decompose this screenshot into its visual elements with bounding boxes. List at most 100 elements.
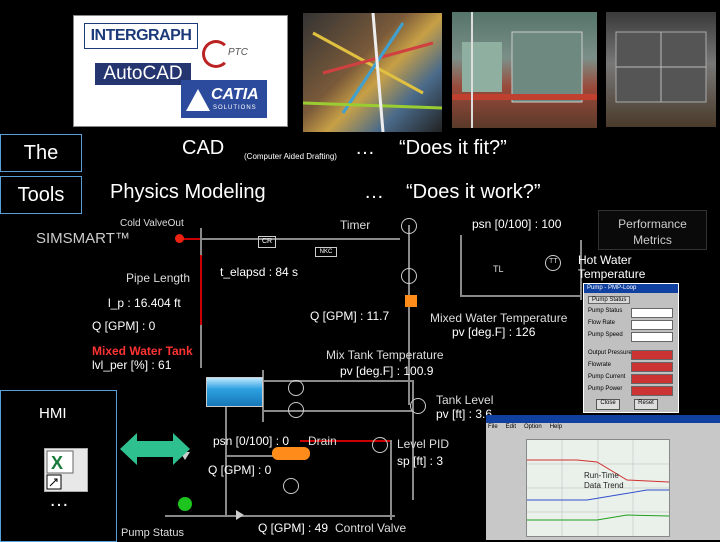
psn-top-value: psn [0/100] : 100 bbox=[472, 217, 562, 231]
tl-label: TL bbox=[493, 264, 504, 274]
l-p-value: l_p : 16.404 ft bbox=[108, 296, 181, 310]
cad-subheading: (Computer Aided Drafting) bbox=[244, 152, 337, 161]
pump-icon[interactable] bbox=[283, 478, 299, 494]
catia-logo: CATIA SOLUTIONS bbox=[181, 80, 267, 118]
output-pressure-field[interactable] bbox=[631, 350, 673, 360]
q-gpm-drain-value: Q [GPM] : 0 bbox=[208, 463, 272, 477]
dialog-row-pump-speed: Pump Speed bbox=[588, 332, 673, 342]
physics-question: “Does it work?” bbox=[406, 181, 541, 203]
pipe bbox=[262, 410, 412, 412]
q-gpm-hot-value: Q [GPM] : 11.7 bbox=[310, 309, 390, 323]
menu-file[interactable]: File bbox=[488, 424, 498, 430]
dialog-row-pump-power: Pump Power bbox=[588, 386, 673, 396]
drain-label: Drain bbox=[308, 434, 337, 448]
tools-label-box: Tools bbox=[0, 176, 82, 214]
pipe bbox=[460, 295, 580, 297]
physics-ellipsis: … bbox=[364, 181, 384, 203]
pipe-length-label: Pipe Length bbox=[126, 271, 191, 285]
pump-status-indicator bbox=[178, 497, 192, 511]
pump-speed-field[interactable] bbox=[631, 332, 673, 342]
control-valve-icon[interactable] bbox=[236, 510, 244, 520]
psn-bottom-value: psn [0/100] : 0 bbox=[213, 434, 290, 448]
timer-label: Timer bbox=[340, 218, 371, 232]
ptc-logo-text: PTC bbox=[228, 47, 248, 58]
pump-status-field[interactable] bbox=[631, 308, 673, 318]
hmi-ellipsis: … bbox=[49, 489, 69, 511]
catia-logo-text: CATIA bbox=[211, 86, 259, 103]
metrics-label: Metrics bbox=[633, 233, 672, 247]
menu-edit[interactable]: Edit bbox=[506, 424, 516, 430]
signal-line bbox=[200, 255, 202, 325]
menu-help[interactable]: Help bbox=[550, 424, 562, 430]
cad-heading: CAD bbox=[182, 137, 225, 159]
dialog-row-flowrate: Flowrate bbox=[588, 362, 673, 372]
level-sensor-icon[interactable] bbox=[288, 402, 304, 418]
reset-button[interactable]: Reset bbox=[634, 399, 658, 410]
trend-menu-bar: File Edit Option Help bbox=[488, 424, 562, 430]
hull-structure-image bbox=[606, 12, 716, 127]
intergraph-logo: INTERGRAPH bbox=[84, 23, 198, 49]
dialog-row-pump-current: Pump Current bbox=[588, 374, 673, 384]
cold-valve-indicator bbox=[175, 234, 184, 243]
hot-water-temp-label-2: Temperature bbox=[578, 267, 646, 281]
nkc-block: NKC bbox=[315, 247, 337, 257]
catia-mark-icon bbox=[186, 89, 210, 111]
physics-heading: Physics Modeling bbox=[110, 181, 266, 203]
hot-water-temp-label: Hot Water bbox=[578, 253, 632, 267]
pipe bbox=[165, 515, 395, 517]
dialog-row-output-pressure: Output Pressure bbox=[588, 350, 673, 360]
tt-label: TT bbox=[549, 258, 558, 265]
pipe bbox=[225, 405, 227, 515]
menu-option[interactable]: Option bbox=[524, 424, 542, 430]
pipe bbox=[460, 235, 462, 295]
mixed-water-tank-label: Mixed Water Tank bbox=[92, 344, 193, 358]
temperature-sensor-icon[interactable] bbox=[401, 268, 417, 284]
catia-logo-subtext: SOLUTIONS bbox=[213, 105, 257, 111]
pv-1009-value: pv [deg.F] : 100.9 bbox=[340, 364, 434, 378]
q-gpm-pipe-value: Q [GPM] : 0 bbox=[92, 319, 156, 333]
tools-label: Tools bbox=[17, 184, 65, 206]
mix-temp-sensor-icon[interactable] bbox=[288, 380, 304, 396]
sp-ft-value: sp [ft] : 3 bbox=[397, 454, 444, 468]
dialog-tab[interactable]: Pump Status bbox=[588, 296, 631, 304]
t-elapsd-value: t_elapsd : 84 s bbox=[220, 265, 299, 279]
drain-flow-indicator bbox=[272, 447, 310, 460]
level-pid-icon[interactable] bbox=[372, 437, 388, 453]
ship-engine-room-image bbox=[452, 12, 597, 128]
cr-block: CR bbox=[258, 236, 276, 248]
flow-rate-field[interactable] bbox=[631, 320, 673, 330]
pipe bbox=[262, 380, 412, 382]
level-pid-label: Level PID bbox=[397, 437, 450, 451]
data-trend-window: File Edit Option Help Run-Time Data Tren… bbox=[486, 415, 720, 540]
dialog-row-flow-rate: Flow Rate bbox=[588, 320, 673, 330]
ptc-swirl-icon bbox=[202, 40, 230, 68]
timer-sensor-icon[interactable] bbox=[401, 218, 417, 234]
cold-valve-out-label: Cold ValveOut bbox=[120, 218, 184, 229]
mixed-water-temp-label: Mixed Water Temperature bbox=[430, 311, 568, 325]
dialog-row-pump-status: Pump Status bbox=[588, 308, 673, 318]
pv-ft-value: pv [ft] : 3.6 bbox=[436, 407, 493, 421]
excel-shortcut-icon[interactable]: X bbox=[44, 448, 88, 492]
pipe bbox=[200, 238, 290, 240]
control-valve-label: Control Valve bbox=[335, 521, 407, 535]
flowrate-field[interactable] bbox=[631, 362, 673, 372]
pump-status-dialog: Pump - PMP-Loop Pump Status Pump Status … bbox=[583, 283, 679, 413]
the-label-box: The bbox=[0, 134, 82, 172]
pv-126-value: pv [deg.F] : 126 bbox=[452, 325, 536, 339]
the-label: The bbox=[23, 142, 59, 164]
cad-ellipsis: … bbox=[355, 137, 375, 159]
performance-metrics-box: Performance Metrics bbox=[598, 210, 707, 250]
run-time-label: Run-Time bbox=[584, 471, 619, 480]
tank-level-sensor-icon[interactable] bbox=[410, 398, 426, 414]
pump-current-field[interactable] bbox=[631, 374, 673, 384]
performance-label: Performance bbox=[618, 217, 687, 231]
hmi-label: HMI bbox=[39, 405, 67, 422]
hmi-link-arrow-icon bbox=[120, 432, 190, 471]
mix-tank-temp-label: Mix Tank Temperature bbox=[326, 348, 444, 362]
simsmart-label: SIMSMART™ bbox=[36, 230, 130, 247]
close-button[interactable]: Close bbox=[596, 399, 620, 410]
hmi-panel: HMI X … bbox=[0, 390, 117, 542]
pipe bbox=[408, 225, 410, 405]
mixed-water-tank-icon[interactable] bbox=[206, 377, 263, 407]
pump-power-field[interactable] bbox=[631, 386, 673, 396]
